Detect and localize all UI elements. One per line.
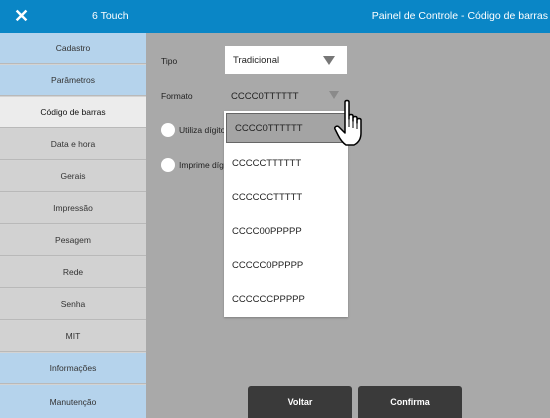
sidebar-item-label: Data e hora — [50, 139, 96, 149]
confirma-button[interactable]: Confirma — [358, 386, 462, 418]
sidebar-item-label: Gerais — [60, 171, 86, 181]
title-bar: ✕ 6 Touch Painel de Controle - Código de… — [0, 0, 550, 33]
sidebar-item-gerais[interactable]: Gerais — [0, 161, 146, 192]
radio-circle[interactable] — [161, 123, 175, 137]
utiliza-digito-label: Utiliza dígito — [179, 125, 226, 135]
option-label: CCCCCCPPPPP — [232, 293, 305, 305]
sidebar-item-manutencao[interactable]: Manutenção — [0, 385, 146, 418]
sidebar-item-label: Código de barras — [40, 107, 106, 117]
dropdown-option[interactable]: CCCCC0PPPPP — [224, 249, 348, 281]
sidebar-item-label: Manutenção — [49, 396, 97, 407]
triangle-down-icon — [323, 56, 335, 65]
sidebar-item-mit[interactable]: MIT — [0, 321, 146, 352]
imprime-digito-label: Imprime díg — [179, 160, 224, 170]
sidebar-item-pesagem[interactable]: Pesagem — [0, 225, 146, 256]
option-label: CCCCC0PPPPP — [232, 259, 304, 271]
option-label: CCCCCCTTTTT — [232, 191, 303, 203]
close-icon[interactable]: ✕ — [14, 7, 29, 25]
sidebar-item-label: Impressão — [53, 203, 93, 213]
voltar-button[interactable]: Voltar — [248, 386, 352, 418]
sidebar-item-parametros[interactable]: Parâmetros — [0, 65, 146, 96]
sidebar: Cadastro Parâmetros Código de barras Dat… — [0, 33, 146, 418]
option-label: CCCCCTTTTTT — [232, 157, 302, 169]
option-label: CCCC0TTTTTT — [235, 122, 303, 134]
dropdown-option[interactable]: CCCCCTTTTTT — [224, 147, 348, 179]
formato-value: CCCC0TTTTTT — [231, 90, 299, 102]
triangle-down-icon — [329, 91, 339, 99]
sidebar-item-label: Cadastro — [55, 43, 91, 53]
sidebar-item-label: Senha — [60, 299, 86, 309]
sidebar-item-label: MIT — [65, 331, 81, 341]
formato-label: Formato — [161, 91, 193, 101]
sidebar-item-impressao[interactable]: Impressão — [0, 193, 146, 224]
sidebar-item-data-e-hora[interactable]: Data e hora — [0, 129, 146, 160]
formato-select[interactable]: CCCC0TTTTTT — [225, 85, 347, 107]
sidebar-item-rede[interactable]: Rede — [0, 257, 146, 288]
window-title: Painel de Controle - Código de barras — [371, 10, 548, 22]
radio-circle[interactable] — [161, 158, 175, 172]
app-name: 6 Touch — [92, 10, 129, 22]
option-label: CCCC00PPPPP — [232, 225, 302, 237]
tipo-value: Tradicional — [233, 54, 280, 66]
main-panel: Tipo Tradicional Formato CCCC0TTTTTT Uti… — [146, 33, 550, 418]
sidebar-item-informacoes[interactable]: Informações — [0, 353, 146, 384]
dropdown-option[interactable]: CCCCCCPPPPP — [224, 283, 348, 315]
sidebar-item-label: Parâmetros — [51, 75, 95, 85]
tipo-select[interactable]: Tradicional — [225, 46, 347, 74]
utiliza-digito-toggle[interactable]: Utiliza dígito — [161, 123, 225, 137]
sidebar-item-label: Rede — [62, 267, 84, 277]
dropdown-option[interactable]: CCCC0TTTTTT — [226, 113, 346, 143]
sidebar-item-cadastro[interactable]: Cadastro — [0, 33, 146, 64]
formato-dropdown-list: CCCC0TTTTTT CCCCCTTTTTT CCCCCCTTTTT CCCC… — [224, 111, 348, 317]
sidebar-item-senha[interactable]: Senha — [0, 289, 146, 320]
tipo-label: Tipo — [161, 56, 178, 66]
dropdown-option[interactable]: CCCCCCTTTTT — [224, 181, 348, 213]
sidebar-item-label: Informações — [49, 363, 97, 373]
sidebar-item-label: Pesagem — [55, 235, 91, 245]
dropdown-option[interactable]: CCCC00PPPPP — [224, 215, 348, 247]
hand-pointer-icon — [334, 99, 362, 146]
imprime-digito-toggle[interactable]: Imprime díg — [161, 158, 224, 172]
sidebar-item-codigo-de-barras[interactable]: Código de barras — [0, 97, 146, 128]
